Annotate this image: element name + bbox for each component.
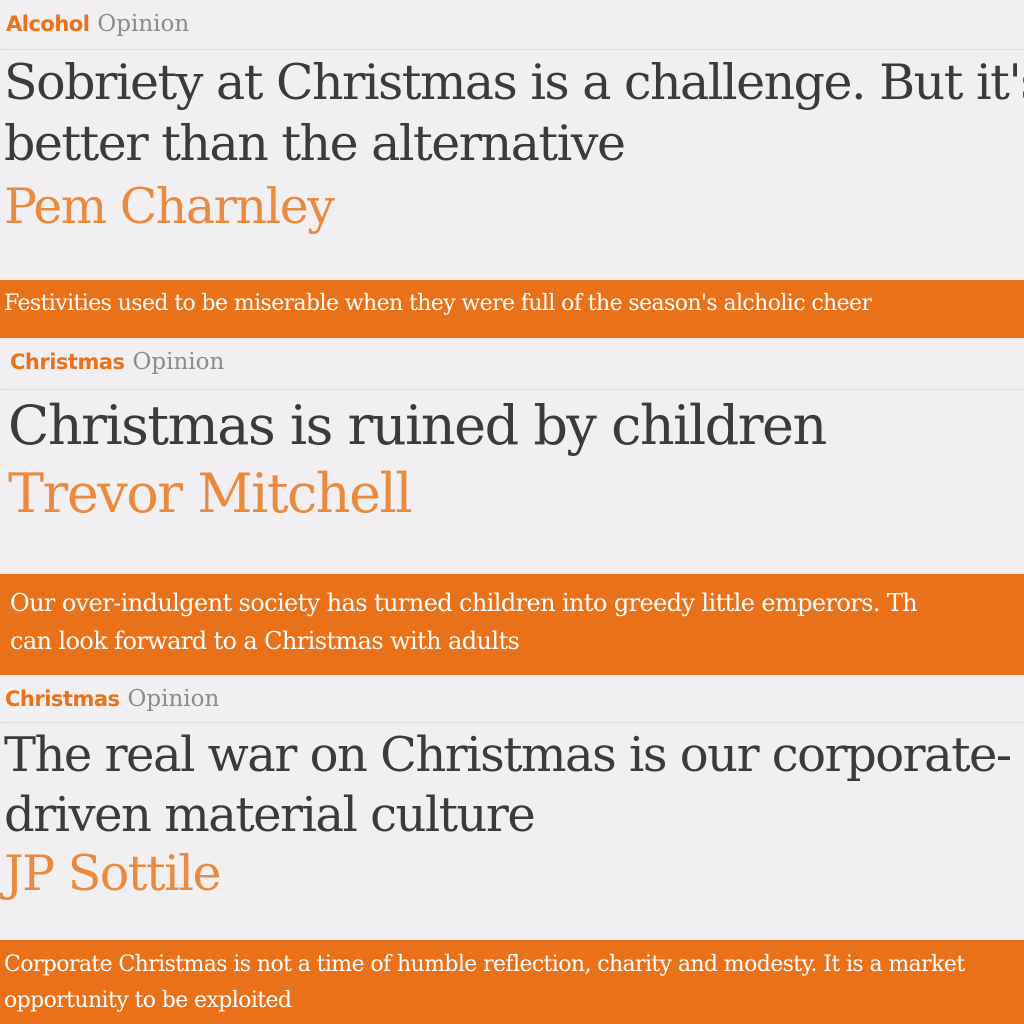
author-byline[interactable]: Trevor Mitchell <box>8 460 413 528</box>
article-headline[interactable]: Sobriety at Christmas is a challenge. Bu… <box>4 52 1024 174</box>
standfirst-line: can look forward to a Christmas with adu… <box>10 627 520 655</box>
headline-line: Sobriety at Christmas is a challenge. Bu… <box>4 54 1024 111</box>
article-kicker: Christmas Opinion <box>10 346 224 377</box>
headline-line: Christmas is ruined by children <box>8 394 827 457</box>
author-byline[interactable]: Pem Charnley <box>4 176 335 238</box>
article-standfirst: Festivities used to be miserable when th… <box>0 280 1024 338</box>
dotted-divider <box>0 722 1024 723</box>
standfirst-line: opportunity to be exploited <box>4 988 292 1013</box>
headline-line: The real war on Christmas is our corpora… <box>4 727 1012 783</box>
author-byline[interactable]: JP Sottile <box>4 843 221 905</box>
article-headline[interactable]: The real war on Christmas is our corpora… <box>4 725 1012 845</box>
article-headline[interactable]: Christmas is ruined by children <box>8 392 827 460</box>
headline-line: driven material culture <box>4 787 536 843</box>
standfirst-line: Corporate Christmas is not a time of hum… <box>4 952 965 977</box>
section-label[interactable]: Alcohol <box>6 12 90 36</box>
article-standfirst: Corporate Christmas is not a time of hum… <box>0 940 1024 1024</box>
dotted-divider <box>0 389 1024 390</box>
tone-label: Opinion <box>97 11 190 37</box>
section-label[interactable]: Christmas <box>10 350 125 374</box>
article-kicker: Christmas Opinion <box>5 683 219 714</box>
standfirst-line: Our over-indulgent society has turned ch… <box>10 589 918 617</box>
tone-label: Opinion <box>132 349 225 375</box>
article-card-3[interactable]: Christmas Opinion The real war on Christm… <box>0 677 1024 1024</box>
article-card-1[interactable]: Alcohol Opinion Sobriety at Christmas is … <box>0 0 1024 338</box>
headline-line: better than the alternative <box>4 115 626 172</box>
article-card-2[interactable]: Christmas Opinion Christmas is ruined by … <box>0 338 1024 677</box>
article-kicker: Alcohol Opinion <box>6 8 189 39</box>
dotted-divider <box>0 49 1024 50</box>
tone-label: Opinion <box>127 686 220 712</box>
section-label[interactable]: Christmas <box>5 687 120 711</box>
article-standfirst: Our over-indulgent society has turned ch… <box>0 574 1024 675</box>
standfirst-line: Festivities used to be miserable when th… <box>4 291 872 316</box>
